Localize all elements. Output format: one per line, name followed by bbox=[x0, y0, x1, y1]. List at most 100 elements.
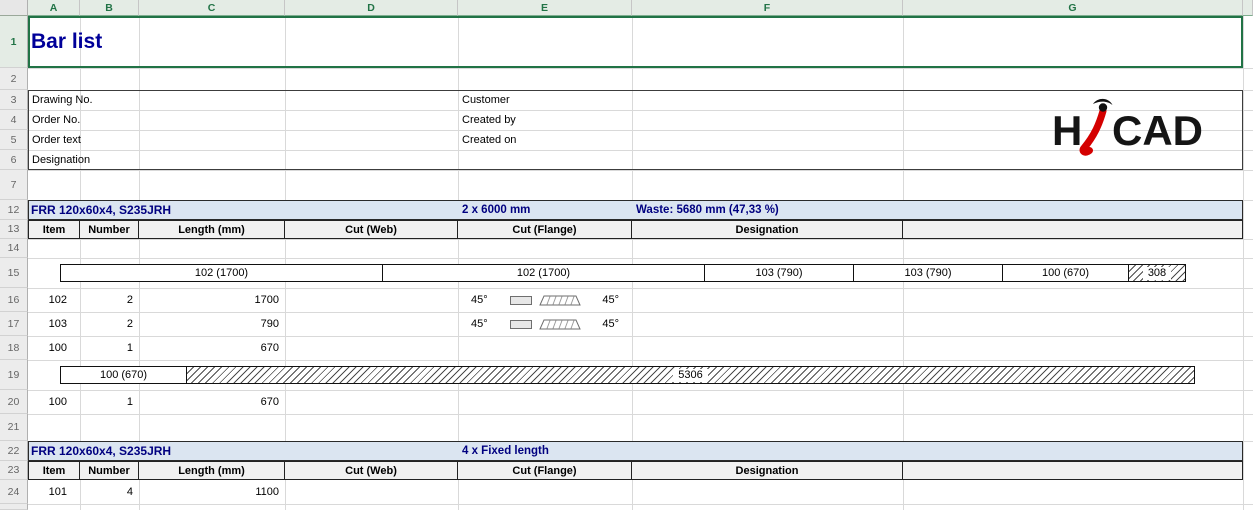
column-header-b[interactable]: B bbox=[80, 0, 139, 16]
row-header[interactable]: 12 bbox=[0, 200, 28, 220]
section-title[interactable]: FRR 120x60x4, S235JRH bbox=[31, 441, 451, 461]
web-cut-icon bbox=[510, 296, 532, 305]
row-header[interactable]: 7 bbox=[0, 170, 28, 200]
cell-item[interactable]: 100 bbox=[28, 390, 80, 414]
cell-item[interactable]: 101 bbox=[28, 480, 80, 504]
page-title[interactable]: Bar list bbox=[31, 17, 631, 67]
column-header-a[interactable]: A bbox=[28, 0, 80, 16]
flange-miter-cut-icon bbox=[539, 294, 581, 307]
table-header-number[interactable]: Number bbox=[80, 461, 139, 480]
row-header[interactable]: 20 bbox=[0, 390, 28, 414]
spreadsheet: A B C D E F G 1 2 3 4 5 6 7 12 13 14 15 … bbox=[0, 0, 1253, 510]
row-header[interactable]: 4 bbox=[0, 110, 28, 130]
flange-angle-left: 45° bbox=[471, 294, 488, 306]
row-header[interactable]: 21 bbox=[0, 414, 28, 441]
cell-item[interactable]: 103 bbox=[28, 312, 80, 336]
table-header-cut-flange[interactable]: Cut (Flange) bbox=[458, 220, 632, 239]
table-header-cut-web[interactable]: Cut (Web) bbox=[285, 220, 458, 239]
row-header[interactable]: 22 bbox=[0, 441, 28, 461]
cell-number[interactable]: 1 bbox=[80, 390, 139, 414]
row-header[interactable]: 3 bbox=[0, 90, 28, 110]
row-header[interactable]: 16 bbox=[0, 288, 28, 312]
cell-item[interactable]: 102 bbox=[28, 288, 80, 312]
cell-length[interactable]: 790 bbox=[139, 312, 285, 336]
row-header[interactable]: 17 bbox=[0, 312, 28, 336]
table-header-designation[interactable]: Designation bbox=[632, 220, 903, 239]
section-stock[interactable]: 2 x 6000 mm bbox=[462, 200, 632, 220]
column-header-g[interactable]: G bbox=[903, 0, 1243, 16]
section-waste[interactable]: Waste: 5680 mm (47,33 %) bbox=[636, 200, 936, 220]
cell-length[interactable]: 1700 bbox=[139, 288, 285, 312]
info-label-order-text[interactable]: Order text bbox=[32, 130, 282, 150]
info-label-customer[interactable]: Customer bbox=[462, 90, 712, 110]
table-header-empty[interactable] bbox=[903, 461, 1243, 480]
cell-length[interactable]: 670 bbox=[139, 390, 285, 414]
info-label-order-no[interactable]: Order No. bbox=[32, 110, 282, 130]
row-header[interactable]: 2 bbox=[0, 68, 28, 90]
bar-segment: 102 (1700) bbox=[60, 264, 383, 282]
table-header-number[interactable]: Number bbox=[80, 220, 139, 239]
cell-item[interactable]: 100 bbox=[28, 336, 80, 360]
cell-number[interactable]: 2 bbox=[80, 312, 139, 336]
section-title[interactable]: FRR 120x60x4, S235JRH bbox=[31, 200, 451, 220]
cell-number[interactable]: 1 bbox=[80, 336, 139, 360]
bar-segment-label: 100 (670) bbox=[100, 369, 147, 381]
column-header-e[interactable]: E bbox=[458, 0, 632, 16]
cell-number[interactable]: 4 bbox=[80, 480, 139, 504]
table-header-item[interactable]: Item bbox=[28, 461, 80, 480]
gridline bbox=[28, 239, 1253, 240]
row-header[interactable]: 24 bbox=[0, 480, 28, 504]
table-header-designation[interactable]: Designation bbox=[632, 461, 903, 480]
cut-preview-icons bbox=[510, 294, 581, 307]
gridline bbox=[28, 258, 1253, 259]
bar-segment-label: 103 (790) bbox=[904, 267, 951, 279]
row-header[interactable]: 18 bbox=[0, 336, 28, 360]
row-header[interactable]: 23 bbox=[0, 461, 28, 480]
row-header[interactable]: 19 bbox=[0, 360, 28, 390]
info-label-designation[interactable]: Designation bbox=[32, 150, 282, 170]
bar-segment-label: 102 (1700) bbox=[195, 267, 248, 279]
bar-segment: 100 (670) bbox=[60, 366, 187, 384]
row-header[interactable] bbox=[0, 504, 28, 510]
gridline bbox=[28, 68, 1253, 69]
flange-angle-right: 45° bbox=[602, 318, 619, 330]
section-stock[interactable]: 4 x Fixed length bbox=[462, 441, 682, 461]
bar-segment-label: 103 (790) bbox=[755, 267, 802, 279]
flange-angle-right: 45° bbox=[602, 294, 619, 306]
row-header[interactable]: 15 bbox=[0, 258, 28, 288]
row-header[interactable]: 1 bbox=[0, 16, 28, 68]
column-header-f[interactable]: F bbox=[632, 0, 903, 16]
info-label-created-by[interactable]: Created by bbox=[462, 110, 712, 130]
table-header-item[interactable]: Item bbox=[28, 220, 80, 239]
flange-angle-left: 45° bbox=[471, 318, 488, 330]
gridline bbox=[28, 170, 1253, 171]
table-header-cut-flange[interactable]: Cut (Flange) bbox=[458, 461, 632, 480]
column-header-partial[interactable] bbox=[1243, 0, 1253, 16]
table-header-cut-web[interactable]: Cut (Web) bbox=[285, 461, 458, 480]
bar-segment: 103 (790) bbox=[853, 264, 1003, 282]
cut-preview-icons bbox=[510, 318, 581, 331]
cell-number[interactable]: 2 bbox=[80, 288, 139, 312]
row-header[interactable]: 13 bbox=[0, 220, 28, 239]
info-label-drawing-no[interactable]: Drawing No. bbox=[32, 90, 282, 110]
table-header-length[interactable]: Length (mm) bbox=[139, 220, 285, 239]
bar-segment: 103 (790) bbox=[704, 264, 854, 282]
row-header[interactable]: 6 bbox=[0, 150, 28, 170]
column-header-d[interactable]: D bbox=[285, 0, 458, 16]
cell-cut-flange[interactable]: 45° 45° bbox=[458, 312, 632, 336]
cell-length[interactable]: 670 bbox=[139, 336, 285, 360]
bar-diagram: 102 (1700) 102 (1700) 103 (790) 103 (790… bbox=[60, 264, 1186, 282]
info-label-created-on[interactable]: Created on bbox=[462, 130, 712, 150]
bar-segment-label: 100 (670) bbox=[1042, 267, 1089, 279]
bar-segment-label: 102 (1700) bbox=[517, 267, 570, 279]
logo-swoosh bbox=[1083, 111, 1103, 152]
table-header-length[interactable]: Length (mm) bbox=[139, 461, 285, 480]
table-header-empty[interactable] bbox=[903, 220, 1243, 239]
bar-waste-segment: 308 bbox=[1128, 264, 1186, 282]
row-header[interactable]: 14 bbox=[0, 239, 28, 258]
cell-length[interactable]: 1100 bbox=[139, 480, 285, 504]
row-header[interactable]: 5 bbox=[0, 130, 28, 150]
column-header-c[interactable]: C bbox=[139, 0, 285, 16]
select-all-corner[interactable] bbox=[0, 0, 28, 16]
cell-cut-flange[interactable]: 45° 45° bbox=[458, 288, 632, 312]
